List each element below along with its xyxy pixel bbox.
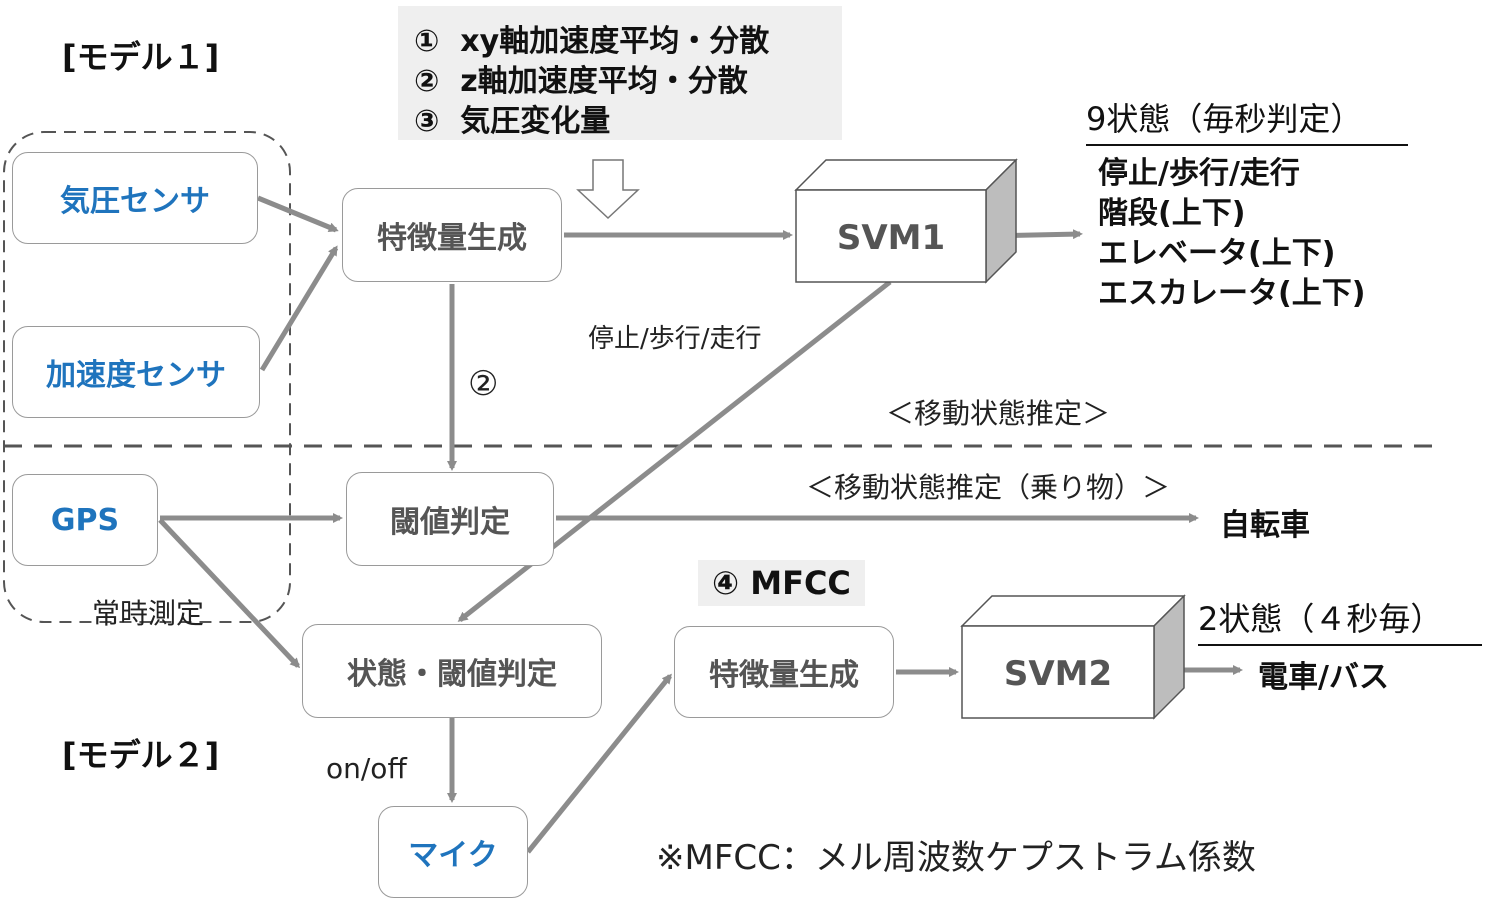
bicycle-label: 自転車	[1220, 508, 1310, 543]
feature-item: ① xy軸加速度平均・分散	[414, 24, 770, 59]
model2-label: [モデル２]	[62, 736, 220, 774]
output-item: 階段(上下)	[1098, 196, 1246, 231]
stop-walk-run-label: 停止/歩行/走行	[588, 324, 762, 354]
arrow-pressure-to-featgen	[257, 195, 339, 233]
mic-box: マイク	[378, 806, 528, 898]
svm1-output-title: 9状態（毎秒判定）	[1086, 94, 1408, 146]
always-measure-label: 常時測定	[92, 597, 205, 630]
movement-estimation-label: ＜移動状態推定＞	[886, 397, 1111, 430]
on-off-label: on/off	[326, 752, 407, 785]
arrow-accel-to-featgen	[259, 245, 339, 372]
output-item: エスカレータ(上下)	[1098, 276, 1366, 311]
mfcc-tag: ④ MFCC	[698, 560, 865, 606]
accel-sensor-box: 加速度センサ	[12, 326, 260, 418]
feature-gen-2-box: 特徴量生成	[674, 626, 894, 718]
svm2-output-result: 電車/バス	[1258, 660, 1389, 695]
pressure-sensor-box: 気圧センサ	[12, 152, 258, 244]
svm2-label: SVM2	[1003, 654, 1113, 694]
output-item: 停止/歩行/走行	[1098, 156, 1300, 191]
output-item: エレベータ(上下)	[1098, 236, 1336, 271]
feature-gen-1-box: 特徴量生成	[342, 188, 562, 282]
mfcc-note: ※MFCC：メル周波数ケプストラム係数	[656, 838, 1256, 878]
svm2-output-title: 2状態（４秒毎）	[1198, 594, 1482, 646]
gps-box: GPS	[12, 474, 158, 566]
feature-input-arrow-icon	[576, 159, 640, 220]
state-threshold-box: 状態・閾値判定	[302, 624, 602, 718]
svm1-label: SVM1	[836, 218, 946, 258]
feature-item: ③ 気圧変化量	[414, 104, 611, 139]
feature-list-panel: ① xy軸加速度平均・分散 ② z軸加速度平均・分散 ③ 気圧変化量	[398, 6, 842, 140]
svm1-output-list: 停止/歩行/走行 階段(上下) エレベータ(上下) エスカレータ(上下)	[1098, 154, 1365, 314]
circle-two-label: ②	[468, 364, 499, 404]
model1-label: [モデル１]	[62, 38, 220, 76]
feature-item: ② z軸加速度平均・分散	[414, 64, 748, 99]
threshold-box: 閾値判定	[346, 472, 554, 566]
vehicle-estimation-label: ＜移動状態推定（乗り物）＞	[806, 471, 1171, 504]
